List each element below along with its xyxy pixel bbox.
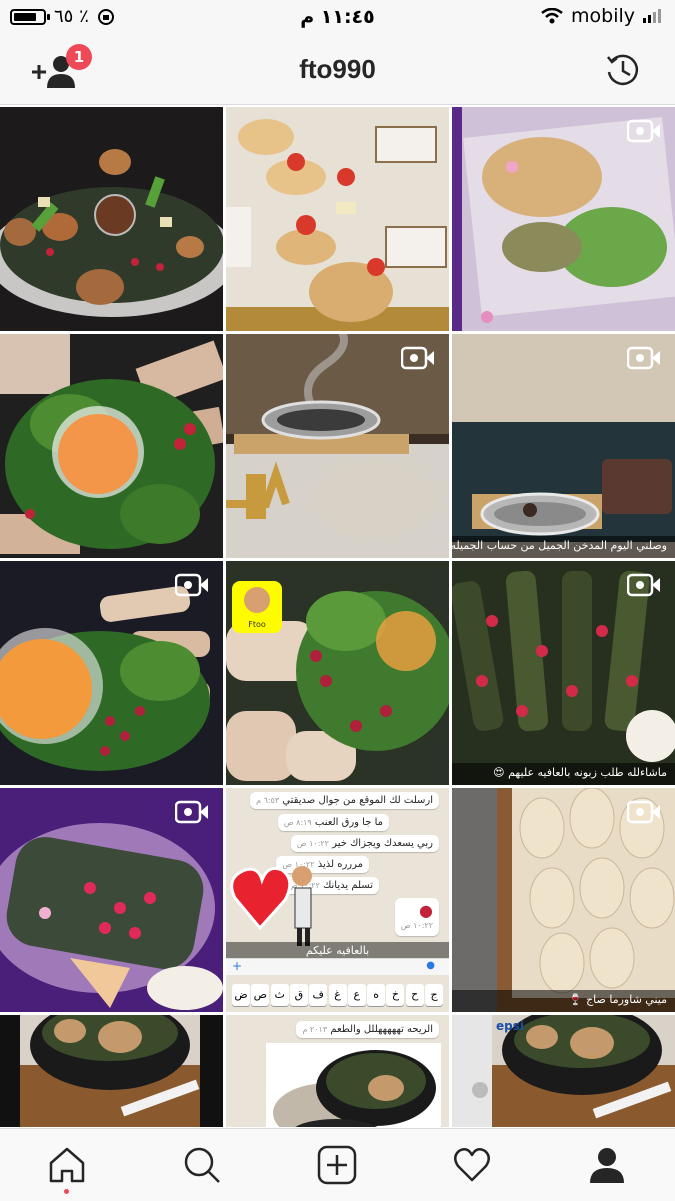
video-camera-icon [627,346,660,370]
post-caption: بالعافيه عليكم [226,942,449,959]
chat-bubble: ربي يسعدك ويجزاك خير ١٠:٢٢ ص [290,835,439,852]
bottom-tab-bar [0,1128,675,1201]
signal-area: mobily [541,5,661,27]
bowl-with-pepsi-photo [452,1015,675,1127]
profile-header: 1 fto990 [0,36,675,105]
bowl-on-board-photo [0,1015,223,1127]
video-camera-icon [401,346,434,370]
cell-signal-icon [643,9,661,23]
post-tile[interactable] [0,107,223,331]
post-tile[interactable] [452,107,675,331]
chat-bubble: الريحه تهههههللل والطعم ٢٠١٣ م [296,1021,439,1038]
rose-bubble: ● ١٠:٢٢ ص [394,898,439,936]
active-tab-dot [64,1189,69,1194]
post-tile[interactable] [0,1015,223,1127]
post-tile[interactable] [0,334,223,558]
heart-bitmoji-sticker [230,866,312,946]
post-tile[interactable]: الريحه تهههههللل والطعم ٢٠١٣ م [226,1015,449,1127]
video-camera-icon [627,573,660,597]
post-grid: وصلني اليوم المدخن الجميل من حساب الجميل… [0,107,675,1127]
sandwich-tray-photo [226,107,449,331]
post-tile[interactable]: ماشاءلله طلب زبونه بالعافيه عليهم 😍 [452,561,675,785]
post-caption: ماشاءلله طلب زبونه بالعافيه عليهم 😍 [452,763,675,785]
video-camera-icon [627,800,660,824]
video-camera-icon [175,573,208,597]
post-caption: وصلني اليوم المدخن الجميل من حساب الجميل… [452,536,675,558]
rolls-with-sauce-photo [0,334,223,558]
heart-icon[interactable] [452,1145,492,1185]
bowl-photo-in-chat [266,1043,441,1127]
chat-bubble: ما جا ورق العنب ٨:١٩ ص [277,814,389,831]
post-tile[interactable]: epsi [452,1015,675,1127]
username-title[interactable]: fto990 [0,54,675,85]
post-caption: ميني شاورما صاج 🍷 [452,990,675,1012]
post-tile[interactable] [0,561,223,785]
profile-icon[interactable] [587,1145,627,1185]
grape-leaves-photo [0,107,223,331]
chat-bubble: ارسلت لك الموقع من جوال صديقتي ٦:٥٣ م [250,792,439,809]
pepsi-label: epsi [496,1019,524,1033]
keyboard-row: جحخهعغفقثصض [232,984,443,1006]
video-camera-icon [175,800,208,824]
snapchat-username: Ftoo [248,620,266,629]
post-tile[interactable] [0,788,223,1012]
history-icon[interactable] [605,52,641,88]
search-icon[interactable] [182,1145,222,1185]
video-camera-icon [627,119,660,143]
bitmoji-avatar [244,587,270,613]
wifi-icon [541,8,563,24]
add-post-icon[interactable] [317,1145,357,1185]
post-tile[interactable] [226,107,449,331]
post-tile[interactable] [226,334,449,558]
carrier-name: mobily [571,5,635,27]
post-tile[interactable]: وصلني اليوم المدخن الجميل من حساب الجميل… [452,334,675,558]
home-icon[interactable] [47,1145,87,1185]
post-tile[interactable]: ميني شاورما صاج 🍷 [452,788,675,1012]
status-bar: ٦٥ ٪ ١١:٤٥ م mobily [0,0,675,36]
post-tile[interactable]: ارسلت لك الموقع من جوال صديقتي ٦:٥٣ م ما… [226,788,449,1012]
post-tile[interactable]: Ftoo [226,561,449,785]
chat-input-bar: + ● [226,958,449,975]
snapchat-code: Ftoo [232,581,282,633]
